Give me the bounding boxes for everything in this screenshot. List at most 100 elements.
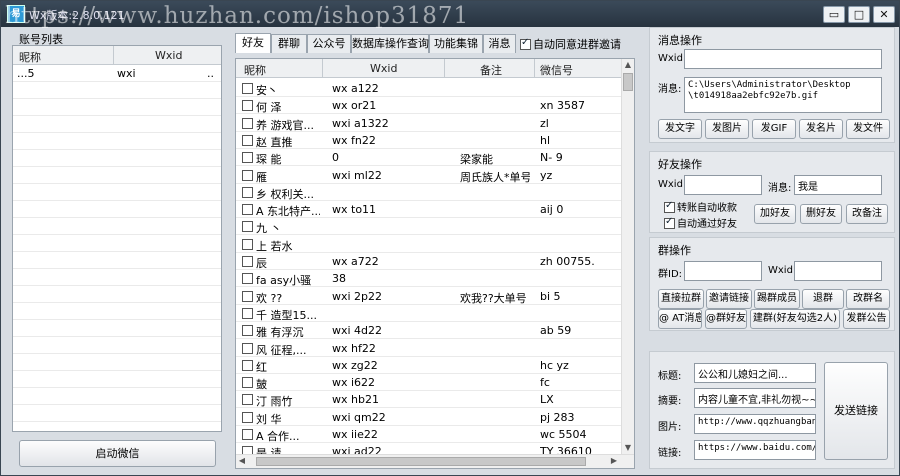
row-checkbox[interactable] bbox=[242, 325, 253, 337]
row-checkbox[interactable] bbox=[242, 273, 253, 285]
direct-add-to-group-button[interactable]: 直接拉群 bbox=[658, 289, 704, 309]
table-row[interactable] bbox=[13, 218, 221, 235]
table-row[interactable]: 刘 华 wxi qm22 pj 283 bbox=[236, 409, 622, 426]
table-row[interactable] bbox=[13, 235, 221, 252]
table-row[interactable] bbox=[13, 286, 221, 303]
auto-join-checkbox-box[interactable] bbox=[520, 37, 531, 50]
tab-official-accounts[interactable]: 公众号 bbox=[307, 34, 351, 53]
group-announcement-button[interactable]: 发群公告 bbox=[843, 309, 890, 329]
minimize-button[interactable]: ▭ bbox=[823, 6, 845, 23]
message-wxid-input[interactable] bbox=[684, 49, 882, 69]
row-checkbox[interactable] bbox=[242, 83, 253, 94]
row-checkbox[interactable] bbox=[242, 152, 253, 164]
table-row[interactable]: 上 若水 bbox=[236, 236, 622, 253]
table-row[interactable]: 雅 有浮沉 wxi 4d22 ab 59 bbox=[236, 322, 622, 340]
table-row[interactable] bbox=[13, 184, 221, 201]
table-row[interactable] bbox=[13, 116, 221, 133]
scroll-left-arrow-icon[interactable]: ◀ bbox=[236, 455, 248, 467]
table-row[interactable] bbox=[13, 150, 221, 167]
table-row[interactable]: 九 丶 bbox=[236, 218, 622, 236]
table-row[interactable]: 汀 雨竹 wx hb21 LX bbox=[236, 391, 622, 409]
table-row[interactable] bbox=[13, 405, 221, 422]
message-content-input[interactable]: C:\Users\Administrator\Desktop \t014918a… bbox=[684, 77, 882, 113]
table-row[interactable]: 琛 能 0 梁家能 N- 9 bbox=[236, 149, 622, 167]
row-checkbox[interactable] bbox=[242, 429, 253, 440]
friend-wxid-input[interactable] bbox=[684, 175, 762, 195]
row-checkbox[interactable] bbox=[242, 377, 253, 389]
edit-remark-button[interactable]: 改备注 bbox=[846, 204, 888, 224]
row-checkbox[interactable] bbox=[242, 411, 253, 423]
table-row[interactable]: 千 造型15... bbox=[236, 305, 622, 322]
link-url-input[interactable]: https://www.baidu.com/ bbox=[694, 440, 816, 460]
table-row[interactable]: 赵 直推 wx fn22 hl bbox=[236, 132, 622, 149]
table-row[interactable]: 红 wx zg22 hc yz bbox=[236, 357, 622, 374]
scroll-right-arrow-icon[interactable]: ▶ bbox=[608, 455, 620, 467]
send-card-button[interactable]: 发名片 bbox=[799, 119, 843, 139]
tab-messages[interactable]: 消息 bbox=[483, 34, 516, 53]
account-list[interactable]: 昵称 Wxid ...5 wxi.. bbox=[12, 45, 222, 432]
auto-accept-checkbox[interactable]: 自动通过好友 bbox=[664, 215, 737, 230]
maximize-button[interactable]: □ bbox=[848, 6, 870, 23]
leave-group-button[interactable]: 退群 bbox=[802, 289, 844, 309]
table-row[interactable]: A 合作... wx iie22 wc 5504 bbox=[236, 426, 622, 443]
at-message-button[interactable]: @ AT消息 bbox=[658, 309, 702, 329]
tab-friends[interactable]: 好友 bbox=[235, 33, 271, 53]
row-checkbox[interactable] bbox=[242, 307, 253, 319]
row-checkbox[interactable] bbox=[242, 221, 253, 233]
create-group-button[interactable]: 建群(好友勾选2人) bbox=[750, 309, 840, 329]
auto-collect-checkbox[interactable]: 转账自动收款 bbox=[664, 199, 737, 214]
row-checkbox[interactable] bbox=[242, 290, 253, 302]
scroll-down-arrow-icon[interactable]: ▼ bbox=[622, 442, 634, 454]
column-header-wxid[interactable]: Wxid bbox=[370, 62, 397, 75]
table-row[interactable] bbox=[13, 303, 221, 320]
delete-friend-button[interactable]: 删好友 bbox=[800, 204, 842, 224]
table-row[interactable]: 雁 wxi ml22 周氏族人*单号1-4 yz bbox=[236, 167, 622, 184]
column-header-wxid[interactable]: Wxid bbox=[155, 49, 182, 62]
row-checkbox[interactable] bbox=[242, 204, 253, 216]
row-checkbox[interactable] bbox=[242, 394, 253, 406]
row-checkbox[interactable] bbox=[242, 169, 253, 181]
send-image-button[interactable]: 发图片 bbox=[705, 119, 749, 139]
column-header-wechat-id[interactable]: 微信号 bbox=[540, 62, 573, 78]
table-row[interactable]: 何 泽 wx or21 xn 3587 bbox=[236, 97, 622, 115]
table-row[interactable] bbox=[13, 133, 221, 150]
friend-list[interactable]: 昵称 Wxid 备注 微信号 安丶 wx a122 何 泽 wx or21 xn 358… bbox=[235, 58, 635, 469]
kick-member-button[interactable]: 踢群成员 bbox=[754, 289, 800, 309]
scroll-up-arrow-icon[interactable]: ▲ bbox=[622, 59, 634, 71]
row-checkbox[interactable] bbox=[242, 359, 253, 371]
link-image-input[interactable]: http://www.qqzhuangban.c bbox=[694, 414, 816, 434]
table-row[interactable]: A 东北特产... wx to11 aij 0 bbox=[236, 201, 622, 219]
table-row[interactable]: 养 游戏官... wxi a1322 zl bbox=[236, 115, 622, 132]
friend-list-vertical-scrollbar[interactable]: ▲ ▼ bbox=[621, 59, 634, 455]
table-row[interactable] bbox=[13, 252, 221, 269]
auto-collect-box[interactable] bbox=[664, 200, 675, 213]
row-checkbox[interactable] bbox=[242, 134, 253, 146]
table-row[interactable] bbox=[13, 354, 221, 371]
table-row[interactable] bbox=[13, 388, 221, 405]
column-header-nickname[interactable]: 昵称 bbox=[244, 62, 266, 78]
send-file-button[interactable]: 发文件 bbox=[846, 119, 890, 139]
tab-database-query[interactable]: 数据库操作查询 bbox=[351, 34, 429, 53]
friend-list-horizontal-scrollbar[interactable]: ◀ ▶ bbox=[236, 454, 634, 468]
send-gif-button[interactable]: 发GIF bbox=[752, 119, 796, 139]
table-row[interactable] bbox=[13, 167, 221, 184]
table-row[interactable] bbox=[13, 320, 221, 337]
auto-accept-box[interactable] bbox=[664, 216, 675, 229]
link-summary-input[interactable]: 内容儿童不宜,非礼勿视~~ bbox=[694, 388, 816, 408]
scroll-thumb[interactable] bbox=[623, 73, 633, 91]
table-row[interactable]: fa asy小骚 38 bbox=[236, 270, 622, 288]
column-header-nickname[interactable]: 昵称 bbox=[19, 49, 41, 65]
tab-groups[interactable]: 群聊 bbox=[271, 34, 307, 53]
send-link-button[interactable]: 发送链接 bbox=[824, 362, 888, 460]
table-row[interactable] bbox=[13, 371, 221, 388]
tab-feature-collection[interactable]: 功能集锦 bbox=[429, 34, 483, 53]
send-text-button[interactable]: 发文字 bbox=[658, 119, 702, 139]
at-group-friend-button[interactable]: @群好友 bbox=[705, 309, 747, 329]
row-checkbox[interactable] bbox=[242, 100, 253, 112]
table-row[interactable]: 皷 wx i622 fc bbox=[236, 374, 622, 392]
row-checkbox[interactable] bbox=[242, 186, 253, 198]
column-header-remark[interactable]: 备注 bbox=[480, 62, 502, 78]
auto-join-group-checkbox[interactable]: 自动同意进群邀请 bbox=[520, 36, 621, 52]
table-row[interactable] bbox=[13, 201, 221, 218]
row-checkbox[interactable] bbox=[242, 342, 253, 354]
